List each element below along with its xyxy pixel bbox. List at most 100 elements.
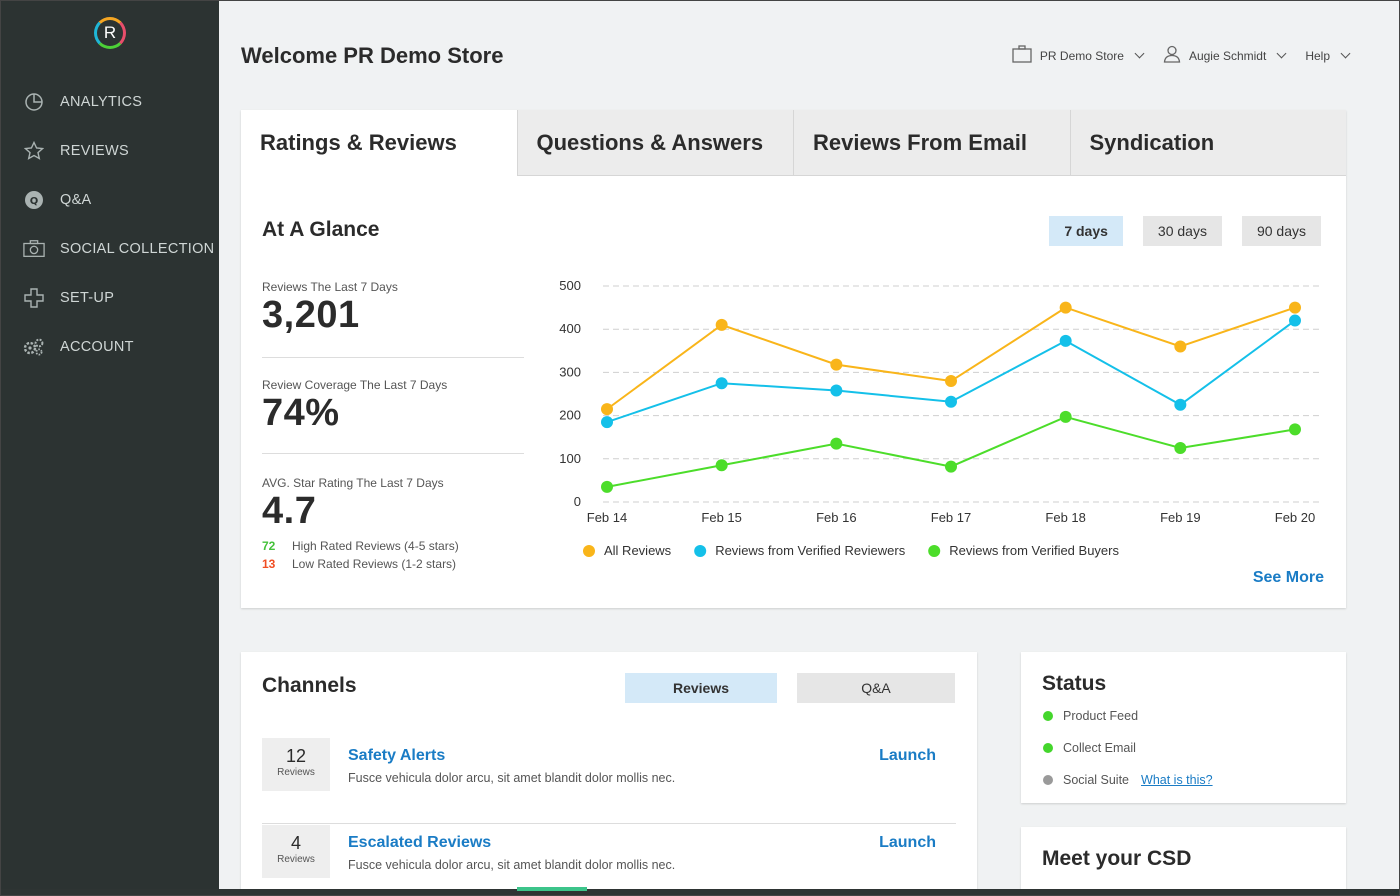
data-point	[830, 384, 843, 397]
tab-reviews-from-email[interactable]: Reviews From Email	[793, 110, 1070, 176]
x-tick-label: Feb 17	[931, 510, 971, 525]
data-point	[1174, 442, 1187, 454]
sidebar-item-label: REVIEWS	[60, 142, 129, 159]
data-point	[1289, 301, 1301, 314]
gears-icon	[23, 336, 45, 358]
data-point	[830, 358, 843, 371]
x-tick-label: Feb 15	[701, 510, 741, 525]
sidebar-item-social-collection[interactable]: SOCIAL COLLECTION	[1, 224, 219, 273]
low-rated-label: Low Rated Reviews (1-2 stars)	[292, 557, 457, 571]
store-name: PR Demo Store	[1039, 48, 1124, 63]
data-point	[945, 460, 957, 473]
channel-count-unit: Reviews	[277, 767, 315, 778]
series-line	[606, 415, 1296, 488]
sidebar-item-label: SOCIAL COLLECTION	[60, 240, 215, 257]
channels-card: Channels Reviews Q&A 12 Reviews Safety A…	[241, 652, 977, 889]
main-content: Welcome PR Demo Store PR Demo Store Augi…	[219, 1, 1399, 889]
data-point	[945, 395, 957, 408]
legend-label: All Reviews	[604, 543, 672, 558]
status-item: Social Suite What is this?	[1043, 773, 1213, 787]
line-chart-svg: 0 100 200 300 400 500 Feb 14 Feb 15 Feb 16 Feb 17…	[559, 278, 1319, 558]
low-rated-row: 13 Low Rated Reviews (1-2 stars)	[262, 557, 524, 571]
section-title: Meet your CSD	[1042, 847, 1192, 870]
help-menu[interactable]: Help	[1305, 48, 1351, 63]
data-point	[1174, 398, 1187, 411]
section-title: Status	[1042, 672, 1107, 695]
tab-ratings-reviews[interactable]: Ratings & Reviews	[241, 110, 517, 176]
x-tick-label: Feb 16	[816, 510, 856, 525]
low-rated-count: 13	[262, 557, 276, 571]
x-tick-label: Feb 20	[1275, 510, 1315, 525]
data-point	[1059, 410, 1072, 423]
status-dot	[1043, 743, 1053, 753]
data-point	[1174, 340, 1187, 353]
y-tick-label: 500	[559, 278, 581, 293]
series-line	[606, 306, 1296, 410]
puzzle-icon	[23, 287, 45, 309]
sidebar-nav: ANALYTICS REVIEWS Q Q&A SOCIAL COLLECTIO…	[1, 77, 219, 371]
sidebar-item-set-up[interactable]: SET-UP	[1, 273, 219, 322]
legend-marker	[583, 545, 595, 557]
status-item: Collect Email	[1043, 741, 1136, 755]
data-point	[601, 403, 613, 416]
tab-questions-answers[interactable]: Questions & Answers	[516, 110, 793, 176]
chevron-down-icon	[1134, 48, 1145, 59]
x-tick-label: Feb 14	[587, 510, 627, 525]
data-point	[1059, 301, 1072, 314]
channel-count: 4 Reviews	[262, 825, 330, 878]
channel-description: Fusce vehicula dolor arcu, sit amet blan…	[348, 771, 676, 785]
data-point	[1289, 314, 1301, 327]
channel-name-link[interactable]: Escalated Reviews	[348, 834, 491, 852]
channels-reviews-toggle[interactable]: Reviews	[625, 673, 777, 703]
data-point	[715, 459, 728, 472]
data-point	[715, 377, 728, 390]
stat-value: 3,201	[262, 294, 360, 336]
stat-value: 4.7	[262, 490, 317, 532]
section-title: At A Glance	[262, 218, 380, 241]
sidebar-item-label: Q&A	[60, 191, 92, 208]
stat-label: Reviews The Last 7 Days	[262, 280, 398, 294]
range-30-days-button[interactable]: 30 days	[1142, 216, 1222, 246]
sidebar-item-label: ANALYTICS	[60, 93, 143, 110]
range-90-days-button[interactable]: 90 days	[1241, 216, 1321, 246]
line-chart: 0 100 200 300 400 500 Feb 14 Feb 15 Feb 16 Feb 17…	[559, 278, 1329, 564]
data-point	[1289, 423, 1301, 436]
channel-count: 12 Reviews	[262, 738, 330, 791]
logo[interactable]: R	[94, 17, 126, 49]
status-card: Status Product Feed Collect Email Social…	[1021, 652, 1346, 803]
star-icon	[23, 140, 45, 162]
user-icon	[1163, 45, 1181, 66]
high-rated-label: High Rated Reviews (4-5 stars)	[292, 539, 459, 553]
section-title: Channels	[262, 674, 357, 697]
stats-panel: Reviews The Last 7 Days 3,201 Review Cov…	[262, 280, 524, 571]
stat-label: AVG. Star Rating The Last 7 Days	[262, 476, 444, 490]
sidebar-item-qa[interactable]: Q Q&A	[1, 175, 219, 224]
x-tick-label: Feb 18	[1045, 510, 1085, 525]
store-selector[interactable]: PR Demo Store	[1012, 45, 1145, 66]
scroll-indicator	[517, 887, 587, 891]
sidebar-item-reviews[interactable]: REVIEWS	[1, 126, 219, 175]
chevron-down-icon	[1276, 48, 1287, 59]
see-more-link[interactable]: See More	[1253, 569, 1324, 587]
data-point	[715, 318, 728, 331]
chevron-down-icon	[1340, 48, 1351, 59]
status-label: Social Suite	[1063, 773, 1130, 787]
channel-name-link[interactable]: Safety Alerts	[348, 747, 445, 765]
status-label: Collect Email	[1063, 741, 1136, 755]
app-window: R ANALYTICS REVIEWS Q Q&A SOCIAL COLLECT…	[0, 0, 1400, 896]
launch-button[interactable]: Launch	[879, 747, 936, 765]
launch-button[interactable]: Launch	[879, 834, 936, 852]
tab-syndication[interactable]: Syndication	[1069, 110, 1346, 176]
what-is-this-link[interactable]: What is this?	[1141, 773, 1213, 787]
y-tick-label: 0	[574, 494, 581, 509]
stat-avg-rating: AVG. Star Rating The Last 7 Days 4.7 72 …	[262, 454, 524, 571]
sidebar-item-analytics[interactable]: ANALYTICS	[1, 77, 219, 126]
data-point	[830, 437, 843, 450]
briefcase-icon	[1012, 45, 1032, 66]
range-7-days-button[interactable]: 7 days	[1049, 216, 1123, 246]
sidebar-item-account[interactable]: ACCOUNT	[1, 322, 219, 371]
y-tick-label: 100	[559, 451, 581, 466]
user-menu[interactable]: Augie Schmidt	[1163, 45, 1287, 66]
channels-qa-toggle[interactable]: Q&A	[797, 673, 955, 703]
status-item: Product Feed	[1043, 709, 1138, 723]
